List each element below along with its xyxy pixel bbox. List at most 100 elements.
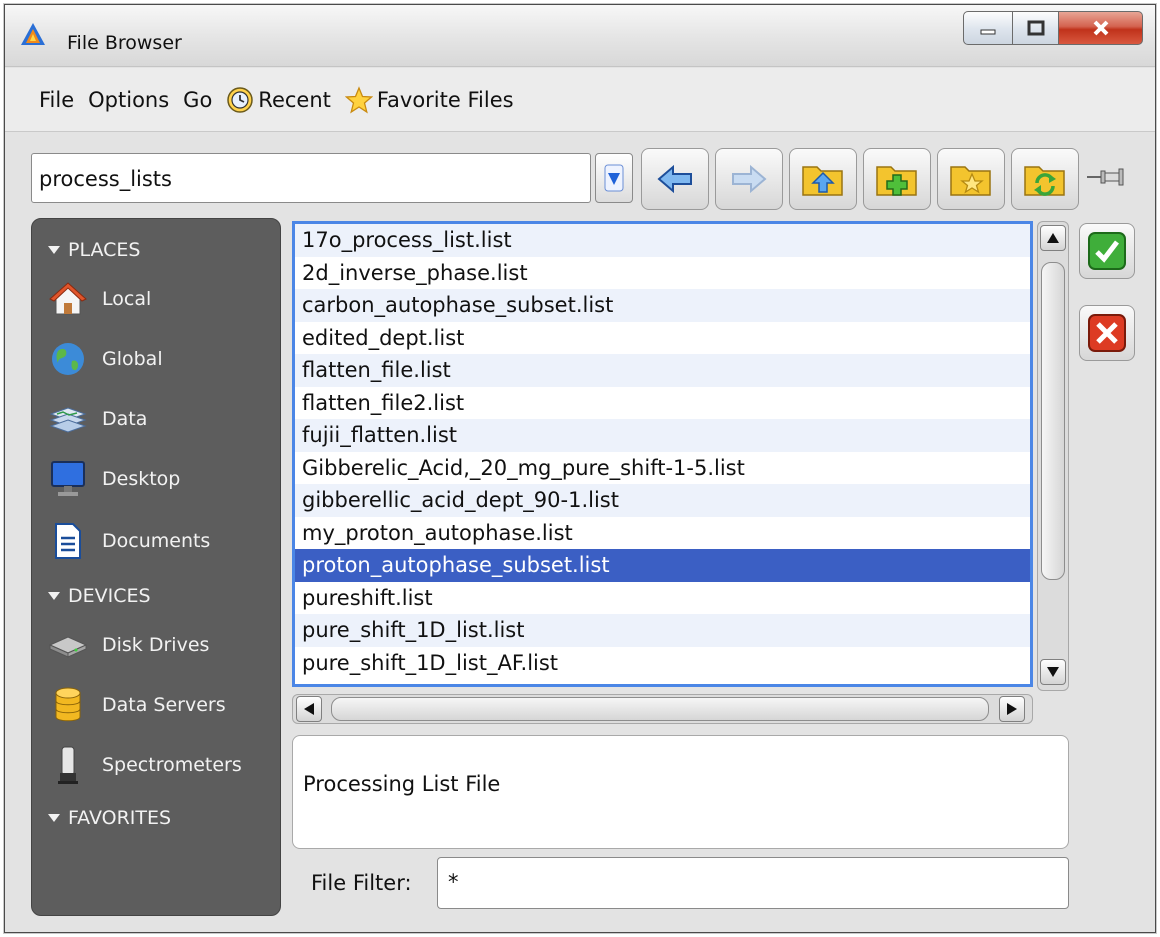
scroll-down-button[interactable]	[1040, 659, 1066, 685]
favorites-header[interactable]: FAVORITES	[48, 807, 171, 829]
refresh-folder-button[interactable]	[1011, 148, 1079, 210]
close-icon	[1093, 20, 1108, 36]
cancel-button[interactable]	[1079, 305, 1135, 361]
path-input[interactable]: process_lists	[31, 153, 591, 203]
chevron-down-icon	[604, 164, 624, 192]
document-icon	[48, 521, 88, 561]
scroll-right-button[interactable]	[999, 696, 1025, 722]
places-sidebar: PLACES Local Global Data Desktop Documen…	[31, 218, 281, 916]
file-filter-label: File Filter:	[311, 871, 412, 895]
window-controls	[963, 11, 1143, 45]
home-icon	[48, 279, 88, 319]
file-row[interactable]: 17o_process_list.list	[295, 224, 1030, 257]
file-row-selected[interactable]: proton_autophase_subset.list	[295, 549, 1030, 582]
sidebar-item-data[interactable]: Data	[48, 399, 147, 439]
menu-file[interactable]: File	[39, 88, 74, 112]
globe-icon	[48, 339, 88, 379]
favorite-folder-button[interactable]	[937, 148, 1005, 210]
menu-bar: File Options Go Recent Favorite Files	[5, 68, 1155, 132]
checkmark-icon	[1088, 232, 1126, 270]
path-dropdown-button[interactable]	[595, 153, 633, 203]
devices-header[interactable]: DEVICES	[48, 585, 151, 607]
minimize-button[interactable]	[963, 11, 1013, 45]
file-row[interactable]: flatten_file2.list	[295, 386, 1030, 419]
horizontal-scroll-thumb[interactable]	[331, 697, 989, 721]
sidebar-item-label: Local	[102, 288, 152, 310]
back-arrow-icon	[657, 164, 692, 194]
cancel-x-icon	[1088, 314, 1126, 352]
maximize-button[interactable]	[1013, 11, 1059, 45]
disk-drive-icon	[48, 625, 88, 665]
vertical-scroll-thumb[interactable]	[1041, 262, 1065, 580]
minimize-icon	[980, 29, 996, 35]
close-button[interactable]	[1059, 11, 1143, 45]
folder-refresh-icon	[1024, 166, 1065, 196]
database-icon	[48, 685, 88, 725]
window-title: File Browser	[67, 32, 182, 54]
triangle-right-icon	[1007, 703, 1017, 715]
new-folder-button[interactable]	[863, 148, 931, 210]
data-stack-icon	[48, 399, 88, 439]
sidebar-item-disk-drives[interactable]: Disk Drives	[48, 625, 209, 665]
scroll-left-button[interactable]	[296, 696, 322, 722]
folder-up-icon	[802, 166, 843, 196]
file-list[interactable]: 17o_process_list.list 2d_inverse_phase.l…	[292, 221, 1033, 687]
sidebar-item-spectrometers[interactable]: Spectrometers	[48, 745, 242, 785]
file-row[interactable]: pure_shift_1D_list_AF.list	[295, 646, 1030, 679]
expand-triangle-icon	[48, 814, 60, 822]
forward-button[interactable]	[715, 148, 783, 210]
sidebar-item-label: Disk Drives	[102, 634, 210, 656]
file-row[interactable]: 2d_inverse_phase.list	[295, 256, 1030, 289]
places-header[interactable]: PLACES	[48, 239, 140, 261]
file-row[interactable]: carbon_autophase_subset.list	[295, 289, 1030, 322]
menu-recent[interactable]: Recent	[226, 86, 331, 114]
ok-button[interactable]	[1079, 223, 1135, 279]
file-row[interactable]: gibberellic_acid_dept_90-1.list	[295, 484, 1030, 517]
back-button[interactable]	[641, 148, 709, 210]
menu-options[interactable]: Options	[88, 88, 169, 112]
folder-favorite-icon	[950, 166, 991, 196]
sidebar-item-documents[interactable]: Documents	[48, 521, 210, 561]
devices-header-label: DEVICES	[68, 585, 151, 607]
places-header-label: PLACES	[68, 239, 141, 261]
menu-recent-label: Recent	[258, 87, 331, 112]
pin-icon[interactable]	[1085, 165, 1125, 189]
sidebar-item-label: Data	[102, 408, 148, 430]
spectrometer-icon	[48, 745, 88, 785]
title-bar[interactable]: File Browser	[5, 5, 1155, 67]
folder-up-button[interactable]	[789, 148, 857, 210]
file-browser-window: File Browser File Options Go Recent Favo…	[4, 4, 1156, 933]
expand-triangle-icon	[48, 246, 60, 254]
file-row[interactable]: flatten_file.list	[295, 354, 1030, 387]
sidebar-item-label: Desktop	[102, 468, 181, 490]
sidebar-item-data-servers[interactable]: Data Servers	[48, 685, 226, 725]
file-row[interactable]: edited_dept.list	[295, 321, 1030, 354]
horizontal-scrollbar[interactable]	[292, 694, 1033, 724]
folder-new-icon	[876, 166, 917, 196]
menu-go[interactable]: Go	[183, 88, 212, 112]
file-row[interactable]: pureshift.list	[295, 581, 1030, 614]
triangle-up-icon	[1047, 233, 1059, 243]
maximize-icon	[1027, 20, 1044, 36]
sidebar-item-label: Data Servers	[102, 694, 226, 716]
vertical-scrollbar[interactable]	[1037, 221, 1069, 691]
sidebar-item-local[interactable]: Local	[48, 279, 151, 319]
sidebar-item-label: Documents	[102, 530, 211, 552]
file-row[interactable]: pure_shift_1D_list.list	[295, 614, 1030, 647]
scroll-up-button[interactable]	[1040, 225, 1066, 251]
sidebar-item-label: Global	[102, 348, 163, 370]
menu-favorite-files-label: Favorite Files	[376, 87, 514, 112]
file-row[interactable]: my_proton_autophase.list	[295, 516, 1030, 549]
sidebar-item-global[interactable]: Global	[48, 339, 163, 379]
app-logo-icon	[21, 23, 45, 45]
menu-favorite-files[interactable]: Favorite Files	[344, 85, 514, 114]
file-row[interactable]: Gibberelic_Acid,_20_mg_pure_shift-1-5.li…	[295, 451, 1030, 484]
forward-arrow-icon	[732, 164, 767, 194]
star-icon	[344, 85, 373, 113]
file-row[interactable]: fujii_flatten.list	[295, 419, 1030, 452]
sidebar-item-desktop[interactable]: Desktop	[48, 459, 180, 499]
expand-triangle-icon	[48, 592, 60, 600]
triangle-down-icon	[1047, 667, 1059, 677]
file-filter-input[interactable]: *	[437, 857, 1069, 909]
file-description: Processing List File	[292, 735, 1069, 849]
